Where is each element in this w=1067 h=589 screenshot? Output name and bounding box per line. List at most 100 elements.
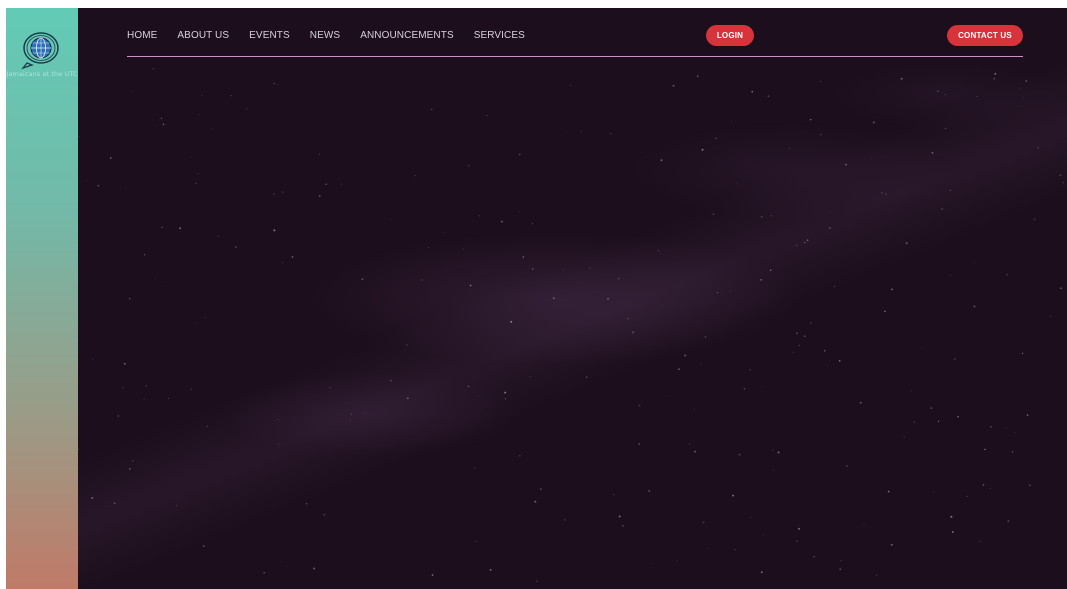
star-dot: [1014, 432, 1016, 434]
star-dot: [1005, 427, 1007, 429]
star-dot: [552, 297, 555, 300]
star-dot: [1006, 273, 1008, 276]
star-dot: [566, 131, 568, 132]
star-dot: [829, 227, 831, 229]
star-dot: [810, 322, 812, 324]
star-dot: [500, 220, 503, 223]
star-dot: [129, 468, 131, 470]
contact-us-button[interactable]: CONTACT US: [947, 25, 1023, 46]
star-dot: [197, 173, 199, 175]
star-dot: [504, 398, 507, 400]
star-dot: [949, 189, 951, 192]
star-dot: [504, 391, 507, 394]
star-dot: [749, 368, 752, 371]
star-dot: [716, 291, 719, 294]
star-dot: [803, 241, 806, 244]
star-dot: [694, 450, 697, 453]
star-dot: [162, 123, 165, 126]
star-dot: [666, 395, 668, 397]
star-dot: [930, 407, 933, 410]
star-dot: [534, 500, 537, 503]
star-dot: [613, 494, 615, 496]
star-dot: [860, 401, 862, 404]
star-dot: [751, 90, 753, 93]
star-dot: [880, 191, 883, 194]
nav-item-about-us[interactable]: ABOUT US: [177, 30, 229, 41]
star-dot: [203, 545, 205, 547]
star-dot: [760, 279, 762, 281]
star-dot: [905, 242, 908, 245]
star-dot: [941, 208, 943, 210]
star-dot: [809, 118, 812, 121]
star-dot: [246, 108, 248, 110]
star-dot: [1033, 218, 1036, 221]
star-dot: [648, 490, 650, 492]
star-dot: [701, 148, 704, 151]
star-dot: [684, 354, 687, 357]
star-dot: [86, 180, 88, 181]
star-dot: [793, 352, 794, 354]
page-frame: Jamaicans at the UTC HOME ABOUT US EVENT…: [6, 8, 1067, 589]
star-dot: [1049, 315, 1051, 317]
login-button[interactable]: LOGIN: [706, 25, 754, 46]
globe-speech-bubble-icon[interactable]: [21, 30, 61, 70]
star-dot: [796, 540, 798, 542]
star-dot: [198, 114, 200, 115]
nav-item-events[interactable]: EVENTS: [249, 30, 290, 41]
star-dot: [617, 277, 620, 280]
star-dot: [97, 185, 99, 187]
star-dot: [767, 95, 770, 97]
star-dot: [627, 317, 629, 320]
star-dot: [305, 503, 308, 505]
star-dot: [519, 153, 521, 156]
star-dot: [950, 515, 953, 518]
star-dot: [463, 169, 465, 171]
star-dot: [132, 90, 133, 92]
star-dot: [944, 94, 946, 96]
star-dot: [715, 137, 717, 140]
star-dot: [905, 240, 907, 242]
nav-item-news[interactable]: NEWS: [310, 30, 340, 41]
star-dot: [475, 540, 477, 543]
star-dot: [158, 119, 160, 121]
star-dot: [531, 223, 533, 225]
star-dot: [1029, 484, 1031, 487]
star-dot: [1026, 414, 1029, 416]
star-dot: [951, 531, 954, 533]
star-dot: [933, 491, 935, 493]
star-dot: [1059, 174, 1062, 176]
star-dot: [890, 288, 893, 291]
nav-item-announcements[interactable]: ANNOUNCEMENTS: [360, 30, 454, 41]
star-dot: [884, 310, 886, 313]
star-dot: [351, 413, 353, 415]
star-dot: [365, 412, 367, 414]
star-dot: [729, 291, 731, 292]
star-dot: [132, 460, 134, 462]
star-dot: [769, 269, 772, 271]
star-dot: [390, 380, 392, 382]
star-dot: [529, 376, 531, 378]
star-dot: [143, 398, 145, 400]
star-dot: [803, 335, 806, 337]
star-dot: [1021, 352, 1024, 355]
star-dot: [610, 132, 612, 135]
star-dot: [145, 384, 148, 387]
nav-item-services[interactable]: SERVICES: [474, 30, 525, 41]
star-dot: [798, 344, 800, 347]
star-dot: [201, 94, 203, 96]
star-dot: [863, 524, 865, 526]
star-dot: [190, 388, 193, 391]
nav-item-home[interactable]: HOME: [127, 30, 157, 41]
star-dot: [391, 218, 393, 220]
star-dot: [1021, 97, 1023, 98]
star-dot: [431, 108, 433, 110]
star-dot: [750, 517, 752, 518]
star-dot: [1025, 80, 1028, 82]
star-dot: [966, 495, 968, 497]
star-dot: [1060, 287, 1062, 289]
star-dot: [204, 316, 206, 318]
star-dot: [109, 157, 112, 159]
star-dot: [273, 82, 275, 85]
star-dot: [1007, 520, 1010, 523]
star-dot: [913, 421, 915, 423]
